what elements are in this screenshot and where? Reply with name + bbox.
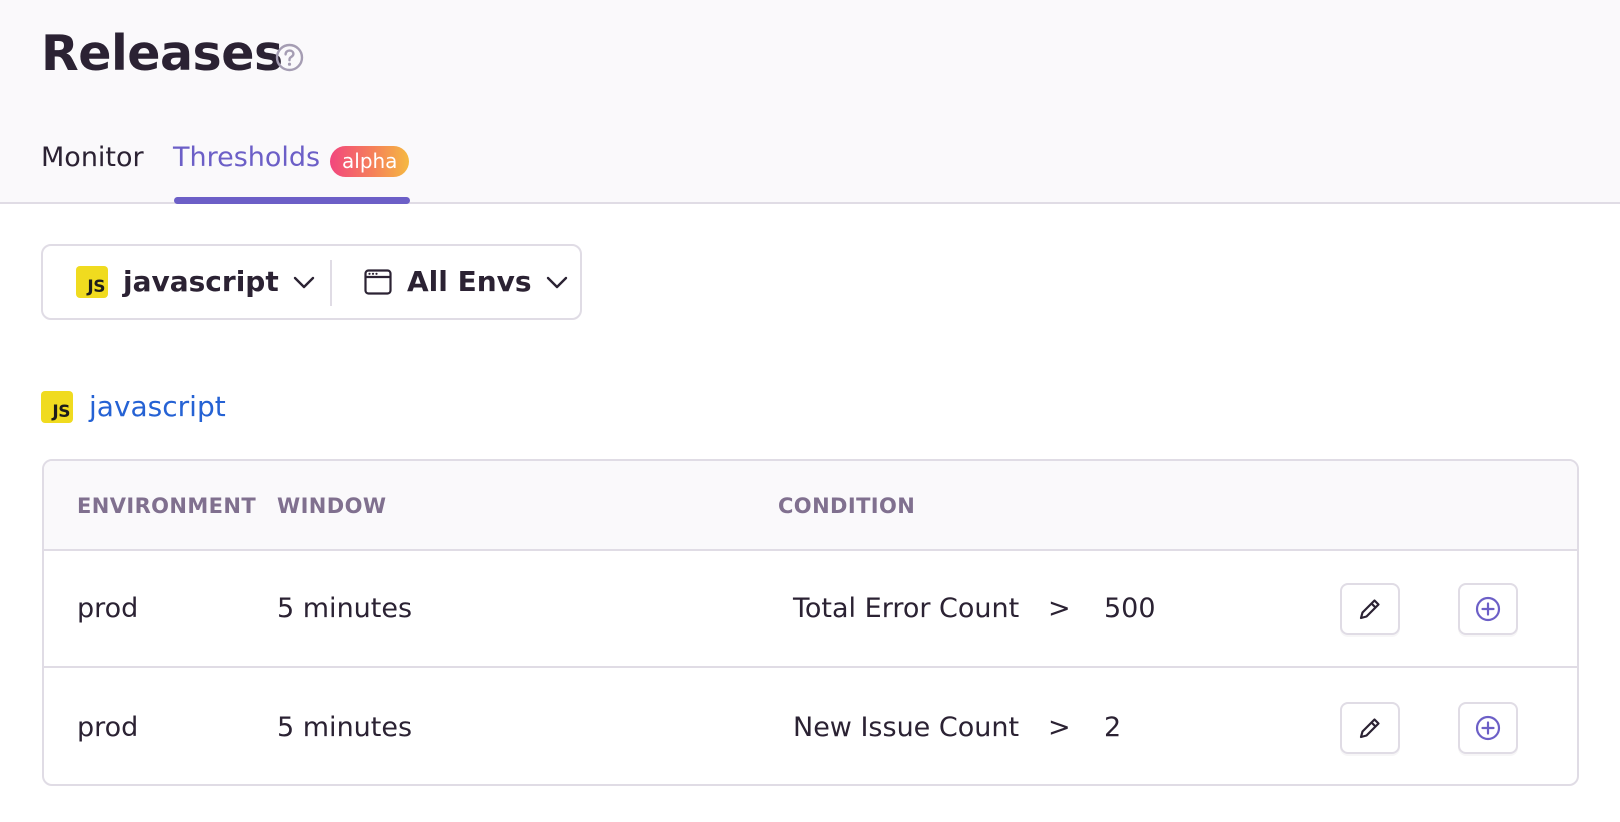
tab-thresholds[interactable]: Thresholds: [173, 138, 320, 178]
page-title: Releases: [41, 25, 283, 82]
project-filter-label: javascript: [123, 265, 279, 298]
window-cell: 5 minutes: [277, 712, 413, 743]
plus-circle-icon: [1475, 596, 1501, 622]
condition-value: 2: [1104, 712, 1122, 743]
project-heading: JS javascript: [41, 387, 226, 427]
pencil-icon: [1359, 718, 1380, 739]
environment-cell: prod: [77, 593, 139, 624]
column-header-condition: CONDITION: [778, 494, 916, 518]
edit-threshold-button[interactable]: [1340, 702, 1400, 754]
calendar-icon: [364, 269, 392, 295]
table-header: ENVIRONMENT WINDOW CONDITION: [44, 461, 1577, 551]
javascript-logo: JS: [41, 391, 73, 423]
project-link[interactable]: javascript: [89, 387, 226, 427]
question-circle-icon[interactable]: [275, 43, 304, 72]
condition-value: 500: [1104, 593, 1156, 624]
plus-circle-icon: [1475, 715, 1501, 741]
condition-operator: >: [1048, 593, 1071, 624]
column-header-environment: ENVIRONMENT: [77, 494, 257, 518]
environment-cell: prod: [77, 712, 139, 743]
chevron-down-icon: [293, 276, 314, 289]
table-row: prod 5 minutes New Issue Count > 2: [44, 670, 1577, 784]
condition-metric: New Issue Count: [793, 712, 1020, 743]
pencil-icon: [1359, 599, 1380, 620]
javascript-logo: JS: [76, 266, 108, 298]
table-row: prod 5 minutes Total Error Count > 500: [44, 551, 1577, 668]
alpha-badge: alpha: [330, 146, 410, 177]
column-header-window: WINDOW: [277, 494, 387, 518]
thresholds-table: ENVIRONMENT WINDOW CONDITION prod 5 minu…: [42, 459, 1579, 786]
project-filter-button[interactable]: JS javascript: [76, 246, 317, 318]
edit-threshold-button[interactable]: [1340, 583, 1400, 635]
filter-divider: [330, 260, 332, 306]
filter-bar: JS javascript All Envs: [41, 244, 582, 320]
add-threshold-button[interactable]: [1458, 702, 1518, 754]
tab-monitor[interactable]: Monitor: [41, 138, 144, 178]
environment-filter-button[interactable]: All Envs: [363, 246, 570, 318]
environment-filter-label: All Envs: [407, 265, 532, 298]
add-threshold-button[interactable]: [1458, 583, 1518, 635]
chevron-down-icon: [546, 276, 567, 289]
page-header: Releases Monitor Thresholds alpha: [0, 0, 1620, 204]
condition-operator: >: [1048, 712, 1071, 743]
active-tab-indicator: [174, 197, 410, 204]
window-cell: 5 minutes: [277, 593, 413, 624]
condition-metric: Total Error Count: [793, 593, 1020, 624]
